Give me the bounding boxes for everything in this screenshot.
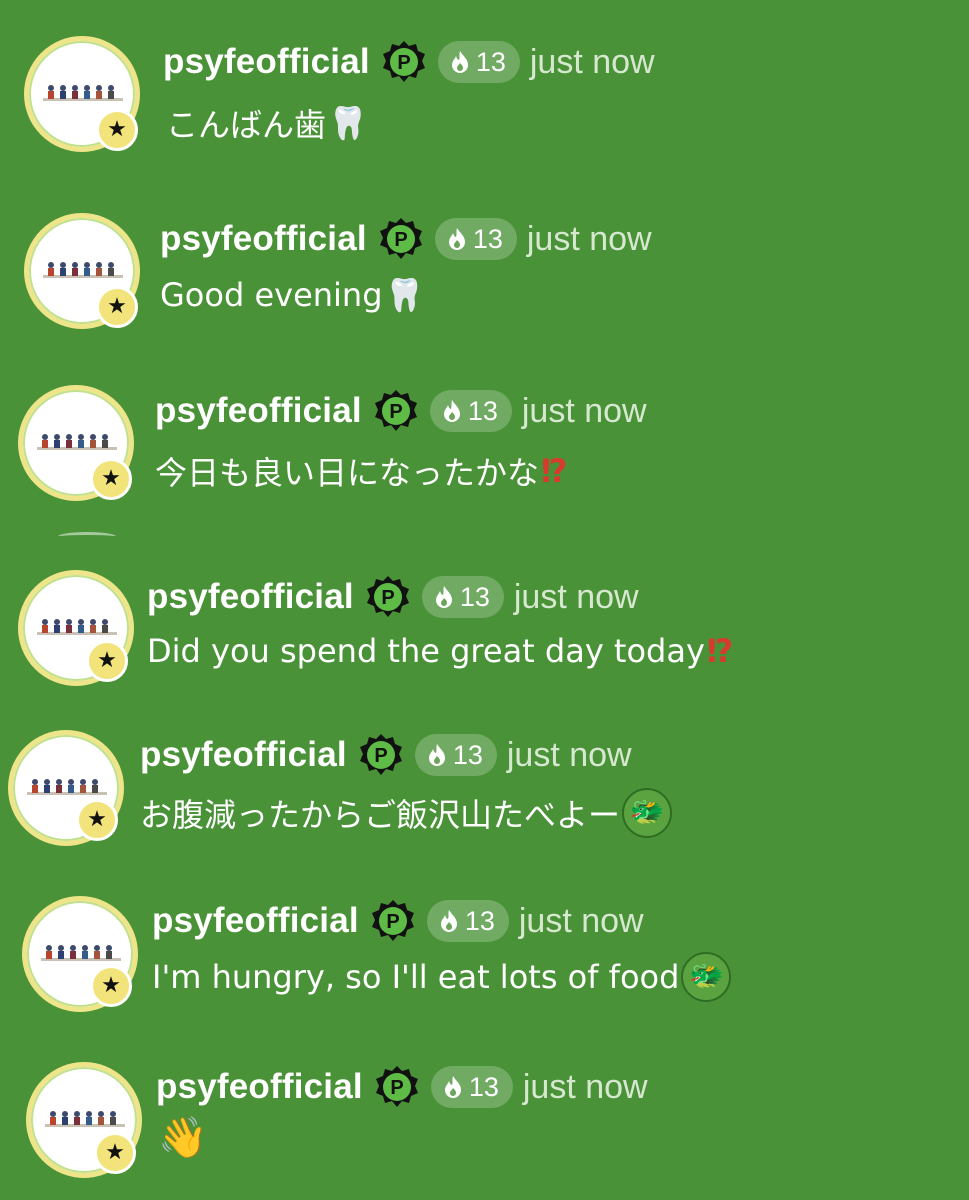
flame-icon (440, 910, 457, 932)
exclamation-question-icon: ⁉ (706, 632, 734, 670)
timestamp: just now (513, 577, 639, 616)
premium-p-badge-icon: P (379, 218, 422, 259)
message-text: I'm hungry, so I'll eat lots of food (152, 958, 680, 996)
level-badge: 13 (421, 576, 504, 618)
message-header: psyfeofficial P 13 just now (152, 899, 644, 943)
star-icon: ★ (76, 799, 118, 841)
svg-text:P: P (389, 401, 402, 423)
timestamp: just now (506, 735, 632, 774)
username[interactable]: psyfeofficial (155, 391, 362, 431)
message-header: psyfeofficial P 13 just now (147, 575, 639, 619)
level-value: 13 (459, 581, 490, 612)
message-text: 今日も良い日になったかな (155, 454, 540, 492)
username[interactable]: psyfeofficial (156, 1067, 363, 1107)
level-value: 13 (467, 395, 498, 426)
star-icon: ★ (90, 965, 132, 1007)
message-body: お腹減ったからご飯沢山たべよー 🐲 (140, 788, 673, 838)
group-photo-icon (43, 262, 123, 278)
timestamp: just now (526, 219, 652, 258)
dragon-face-icon: 🐲 (681, 952, 732, 1002)
group-photo-icon (37, 434, 117, 450)
group-photo-icon (45, 1111, 125, 1127)
premium-p-badge-icon: P (366, 576, 409, 617)
group-photo-icon (41, 945, 121, 961)
group-photo-icon (27, 779, 107, 795)
svg-text:P: P (381, 587, 394, 609)
timestamp: just now (522, 1067, 648, 1106)
svg-text:P: P (390, 1077, 403, 1099)
message-body: 👋 (156, 1118, 208, 1158)
svg-text:P: P (386, 911, 399, 933)
svg-text:P: P (374, 745, 387, 767)
exclamation-question-icon: ⁉ (541, 452, 568, 490)
star-icon: ★ (90, 458, 132, 500)
level-badge: 13 (429, 390, 512, 432)
level-value: 13 (472, 223, 503, 254)
star-icon: ★ (86, 640, 128, 682)
level-badge: 13 (426, 900, 509, 942)
waving-hand-icon: 👋 (158, 1115, 208, 1161)
message-header: psyfeofficial P 13 just now (155, 389, 647, 433)
star-icon: ★ (96, 286, 138, 328)
message-body: Good evening 🦷 (160, 276, 424, 314)
message-body: 今日も良い日になったかな ⁉ (155, 448, 568, 494)
message-header: psyfeofficial P 13 just now (160, 217, 652, 261)
dragon-face-icon: 🐲 (622, 788, 673, 838)
flame-icon (435, 586, 452, 608)
username[interactable]: psyfeofficial (147, 577, 354, 617)
level-value: 13 (464, 905, 495, 936)
message-header: psyfeofficial P 13 just now (156, 1065, 648, 1109)
message-text: Good evening (160, 276, 383, 314)
message-body: Did you spend the great day today ⁉ (147, 632, 733, 670)
star-icon: ★ (94, 1132, 136, 1174)
premium-p-badge-icon: P (371, 900, 414, 941)
username[interactable]: psyfeofficial (160, 219, 367, 259)
flame-icon (428, 744, 445, 766)
tooth-icon: 🦷 (384, 276, 425, 314)
level-badge: 13 (414, 734, 497, 776)
timestamp: just now (518, 901, 644, 940)
username[interactable]: psyfeofficial (140, 735, 347, 775)
level-badge: 13 (430, 1066, 513, 1108)
chat-message: ★ psyfeofficial P 13 just now 👋 (0, 0, 969, 1178)
message-body: I'm hungry, so I'll eat lots of food 🐲 (152, 952, 732, 1002)
premium-p-badge-icon: P (359, 734, 402, 775)
message-text: Did you spend the great day today (147, 632, 705, 670)
timestamp: just now (521, 391, 647, 430)
username[interactable]: psyfeofficial (152, 901, 359, 941)
flame-icon (443, 400, 460, 422)
message-text: お腹減ったからご飯沢山たべよー (140, 796, 621, 834)
group-photo-icon (37, 619, 117, 635)
level-value: 13 (468, 1071, 499, 1102)
flame-icon (448, 228, 465, 250)
svg-text:P: P (394, 229, 407, 251)
level-value: 13 (452, 739, 483, 770)
separator (58, 532, 116, 541)
level-badge: 13 (434, 218, 517, 260)
message-header: psyfeofficial P 13 just now (140, 733, 632, 777)
flame-icon (444, 1076, 461, 1098)
chat-feed: ★ psyfeofficial P 13 just now こんばん歯 🦷 ★ … (0, 0, 969, 1200)
premium-p-badge-icon: P (375, 1066, 418, 1107)
premium-p-badge-icon: P (374, 390, 417, 431)
